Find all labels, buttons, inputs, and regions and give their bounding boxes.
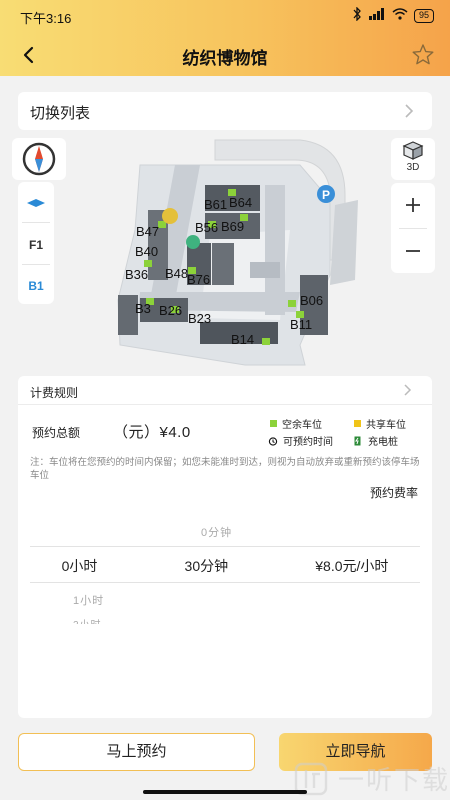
- compass-button[interactable]: [12, 138, 66, 180]
- spot-label: B06: [300, 293, 323, 308]
- picker-below-2[interactable]: 2小时: [73, 616, 102, 624]
- legend-charging: 充电桩: [354, 433, 398, 448]
- plus-icon: [406, 198, 420, 212]
- picker-minutes[interactable]: 30分钟: [185, 556, 229, 576]
- header: 下午3:16 95 纺织博物馆: [0, 0, 450, 76]
- divider: [30, 582, 420, 583]
- zoom-controls: [391, 183, 435, 273]
- rate-title: 预约费率: [369, 486, 418, 500]
- wifi-icon: [392, 8, 408, 23]
- parking-marker: P: [322, 188, 330, 202]
- shared-spot-swatch: [354, 420, 361, 427]
- status-icons: 95: [352, 6, 434, 24]
- spot-label: B56: [195, 220, 218, 235]
- legend-bookable: 可预约时间: [268, 433, 333, 448]
- spot-label: B3: [135, 301, 151, 316]
- page-title: 纺织博物馆: [182, 49, 268, 68]
- floor-plan: P B61 B64 B47 B56 B69 B40 B36 B48 B76 B3…: [117, 139, 358, 366]
- divider: [22, 264, 50, 265]
- chevron-right-icon: [405, 104, 414, 118]
- picker-rate: ¥8.0元/小时: [315, 558, 389, 574]
- floor-up-arrow-icon[interactable]: [18, 196, 54, 213]
- charging-pile-icon: [354, 436, 361, 445]
- picker-above[interactable]: 0分钟: [201, 524, 232, 540]
- status-bar: 下午3:16 95: [0, 0, 450, 30]
- legend-shared: 共享车位: [354, 416, 406, 431]
- switch-list-label: 切换列表: [30, 105, 91, 122]
- 3d-view-button[interactable]: 3D: [391, 138, 435, 180]
- switch-list-button[interactable]: 切换列表: [18, 92, 432, 130]
- legend-free: 空余车位: [270, 416, 322, 431]
- bluetooth-icon: [352, 6, 362, 24]
- status-time: 下午3:16: [20, 11, 72, 26]
- favorite-button[interactable]: [410, 42, 436, 68]
- picker-below-1[interactable]: 1小时: [73, 592, 104, 608]
- zoom-out-button[interactable]: [391, 231, 435, 271]
- signal-icon: [368, 8, 386, 23]
- alarm-clock-icon: [268, 436, 278, 446]
- chevron-right-icon[interactable]: [403, 383, 412, 397]
- divider: [22, 222, 50, 223]
- cube-icon: [402, 141, 424, 160]
- spot-label: B69: [221, 219, 244, 234]
- spot-label: B23: [188, 311, 211, 326]
- spot-label: B64: [229, 195, 252, 210]
- watermark: 一听下载: [292, 758, 450, 798]
- battery-indicator: 95: [413, 8, 434, 23]
- booking-note: 注：车位将在您预约的时间内保留；如您未能准时到达，则视为自动放弃或重新预约该停车…: [30, 457, 420, 481]
- spot-label: B11: [290, 317, 312, 332]
- nav-bar: 纺织博物馆: [0, 36, 450, 76]
- fee-rules-card: 计费规则 预约总额 （元）¥4.0 空余车位 共享车位 可预约时间 充电桩 注：…: [18, 376, 432, 718]
- spot-label: B48: [165, 266, 188, 281]
- divider: [18, 404, 432, 405]
- book-now-button[interactable]: 马上预约: [18, 733, 255, 771]
- floor-selector: F1 B1: [18, 182, 54, 304]
- parking-map[interactable]: P B61 B64 B47 B56 B69 B40 B36 B48 B76 B3…: [0, 130, 450, 375]
- total-label: 预约总额: [32, 426, 81, 440]
- compass-icon: [22, 142, 56, 176]
- spot-label: B47: [136, 224, 159, 239]
- spot-label: B61: [204, 197, 227, 212]
- watermark-text: 一听下载: [338, 765, 450, 795]
- minus-icon: [406, 250, 420, 252]
- legend-free-label: 空余车位: [282, 420, 322, 431]
- free-spot-swatch: [270, 420, 277, 427]
- divider: [30, 546, 420, 547]
- rate-picker-row[interactable]: 0小时 30分钟 ¥8.0元/小时: [18, 556, 432, 576]
- total-value: （元）¥4.0: [113, 424, 191, 441]
- 3d-label: 3D: [406, 162, 420, 173]
- spot-label: B26: [159, 303, 182, 318]
- legend-charging-label: 充电桩: [368, 437, 398, 448]
- spot-label: B36: [125, 267, 148, 282]
- floor-f1[interactable]: F1: [18, 238, 54, 252]
- spot-label: B14: [231, 332, 254, 347]
- star-icon: [412, 44, 434, 65]
- zoom-in-button[interactable]: [391, 185, 435, 225]
- legend-bookable-label: 可预约时间: [283, 437, 333, 448]
- home-indicator: [143, 790, 307, 794]
- floor-b1[interactable]: B1: [18, 279, 54, 293]
- fee-rules-title[interactable]: 计费规则: [30, 384, 78, 401]
- spot-label: B40: [135, 244, 158, 259]
- legend-shared-label: 共享车位: [366, 420, 406, 431]
- divider: [399, 228, 427, 229]
- spot-label: B76: [187, 272, 210, 287]
- picker-hours[interactable]: 0小时: [62, 556, 98, 576]
